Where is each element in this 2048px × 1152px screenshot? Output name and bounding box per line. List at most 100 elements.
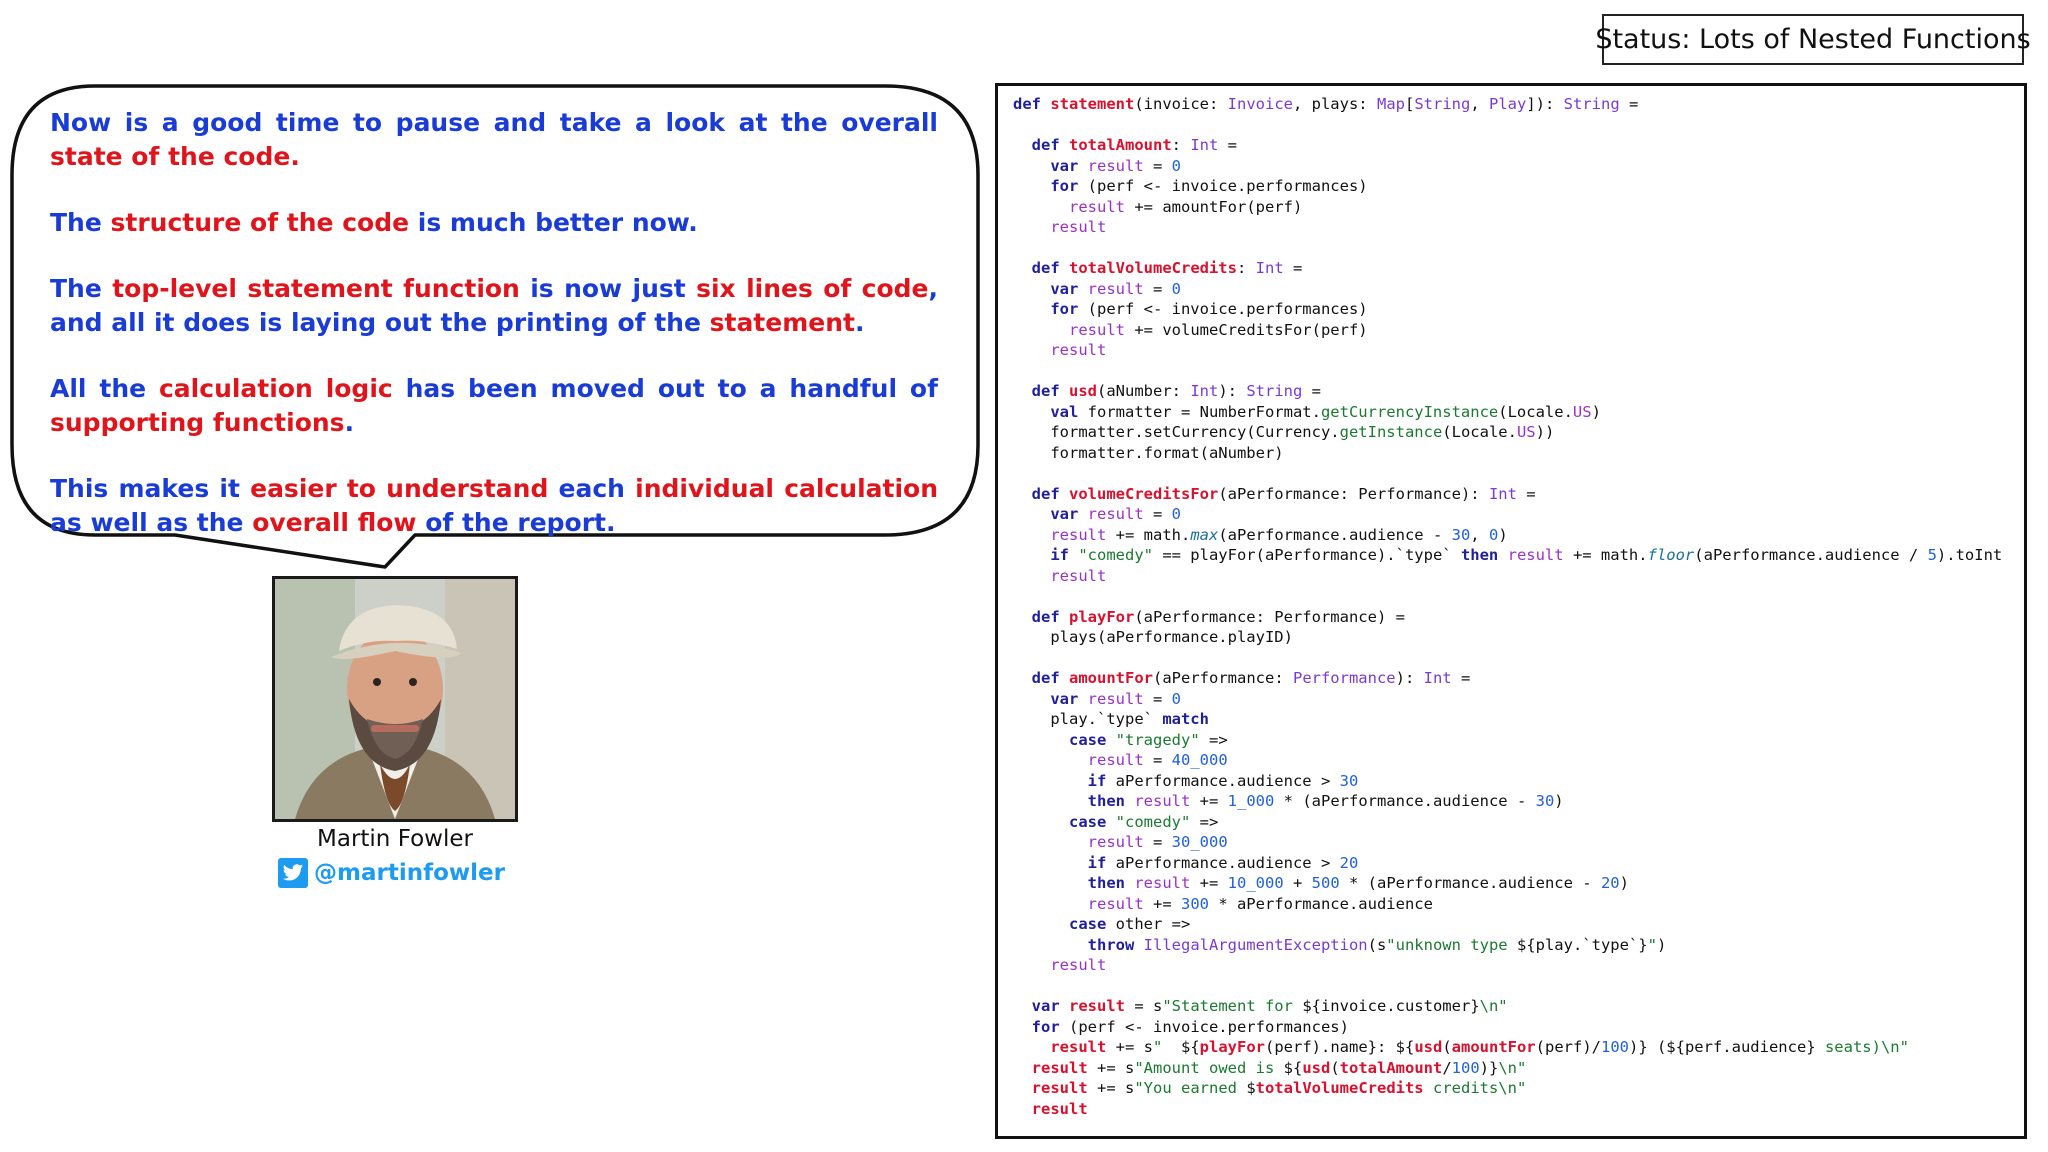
code-line: def amountFor(aPerformance: Performance)…: [1013, 668, 2002, 689]
highlighted-phrase: easier to understand: [250, 474, 549, 503]
code-line: var result = 0: [1013, 504, 2002, 525]
code-line: result += s" ${playFor(perf).name}: ${us…: [1013, 1037, 2002, 1058]
code-line: result += volumeCreditsFor(perf): [1013, 320, 2002, 341]
code-line: result: [1013, 217, 2002, 238]
code-line: result: [1013, 340, 2002, 361]
code-token: == playFor(aPerformance).`type`: [1152, 546, 1461, 564]
code-token: US: [1572, 402, 1592, 421]
bubble-paragraph: This makes it easier to understand each …: [50, 472, 938, 540]
code-token: =: [1143, 751, 1172, 769]
text-phrase: .: [344, 408, 355, 437]
code-token: "Amount owed is: [1134, 1058, 1284, 1077]
code-token: :: [1236, 259, 1256, 277]
code-line: result = 30_000: [1013, 832, 2002, 853]
text-phrase: Now is a good time to pause and take a l…: [50, 108, 938, 137]
code-line: def usd(aNumber: Int): String =: [1013, 381, 2002, 402]
code-token: amountFor: [1451, 1038, 1536, 1056]
code-token: amountFor: [1069, 669, 1153, 687]
code-line: for (perf <- invoice.performances): [1013, 299, 2002, 320]
twitter-handle[interactable]: @martinfowler: [314, 860, 505, 886]
text-phrase: has been moved out to a handful of: [392, 374, 938, 403]
code-token: += s: [1087, 1058, 1135, 1077]
status-label: Status: Lots of Nested Functions: [1595, 14, 2031, 65]
code-token: 30: [1535, 792, 1555, 810]
code-token: 30: [1451, 525, 1471, 544]
code-line: throw IllegalArgumentException(s"unknown…: [1013, 935, 2002, 956]
bubble-paragraph: All the calculation logic has been moved…: [50, 372, 938, 440]
code-token: result: [1031, 1058, 1088, 1077]
code-line: if aPerformance.audience > 30: [1013, 771, 2002, 792]
code-token: Invoice: [1227, 95, 1293, 113]
text-phrase: The: [50, 274, 113, 303]
code-token: "tragedy": [1115, 730, 1200, 749]
code-line: var result = 0: [1013, 156, 2002, 177]
code-token: * aPerformance.audience: [1208, 894, 1433, 913]
code-token: formatter.setCurrency(Currency.: [1013, 423, 1340, 441]
code-token: max: [1190, 525, 1219, 544]
author-name: Martin Fowler: [317, 826, 473, 852]
highlighted-phrase: structure of the code: [110, 208, 410, 237]
code-token: result: [1087, 894, 1144, 913]
code-token: ${: [1283, 1058, 1303, 1077]
code-line: def playFor(aPerformance: Performance) =: [1013, 607, 2002, 628]
code-token: Play: [1489, 95, 1527, 113]
highlighted-phrase: top-level statement function: [112, 274, 520, 303]
code-line: then result += 1_000 * (aPerformance.aud…: [1013, 791, 2002, 812]
code-token: ): [1591, 402, 1601, 421]
code-token: (: [1330, 1058, 1340, 1077]
code-token: case: [1069, 812, 1116, 831]
code-line: var result = 0: [1013, 689, 2002, 710]
code-token: result: [1507, 546, 1564, 564]
code-token: 30_000: [1171, 833, 1228, 851]
code-token: result: [1050, 341, 1107, 359]
code-token: if: [1050, 546, 1079, 564]
code-token: var: [1050, 505, 1088, 523]
highlighted-phrase: state of the code: [50, 142, 291, 171]
code-token: Map: [1376, 95, 1405, 113]
code-token: var: [1050, 689, 1088, 708]
text-phrase: is much better now.: [409, 208, 698, 237]
code-token: +=: [1190, 874, 1228, 892]
text-phrase: of the report.: [416, 508, 616, 537]
code-panel: def statement(invoice: Invoice, plays: M…: [995, 83, 2027, 1139]
code-token: (s: [1367, 935, 1387, 954]
code-token: += volumeCreditsFor(perf): [1125, 320, 1368, 339]
text-phrase: .: [854, 308, 865, 337]
code-token: var: [1031, 997, 1069, 1015]
code-token: =: [1451, 669, 1471, 687]
code-token: (aPerformance:: [1153, 669, 1293, 687]
code-token: other =>: [1115, 915, 1191, 933]
code-token: (perf).name}: ${: [1265, 1038, 1415, 1056]
twitter-link[interactable]: @martinfowler: [278, 857, 505, 889]
code-listing: def statement(invoice: Invoice, plays: M…: [1013, 94, 2002, 1119]
code-token: =: [1143, 833, 1172, 851]
code-token: result: [1087, 833, 1144, 851]
code-token: result: [1087, 279, 1144, 298]
code-token: 20: [1339, 853, 1359, 872]
code-token: String: [1246, 382, 1303, 400]
code-token: Int: [1190, 136, 1219, 154]
code-token: totalAmount: [1339, 1058, 1443, 1077]
code-token: playFor: [1199, 1038, 1265, 1056]
code-token: "comedy": [1115, 812, 1191, 831]
code-token: floor: [1647, 546, 1695, 564]
code-token: case: [1069, 915, 1116, 933]
code-token: def: [1013, 95, 1051, 113]
code-token: String: [1563, 95, 1620, 113]
code-token: ${invoice.customer}: [1302, 997, 1480, 1015]
code-token: Int: [1190, 382, 1219, 400]
code-token: ): [1619, 874, 1629, 892]
twitter-bird-icon: [278, 858, 308, 888]
code-line: result: [1013, 955, 2002, 976]
